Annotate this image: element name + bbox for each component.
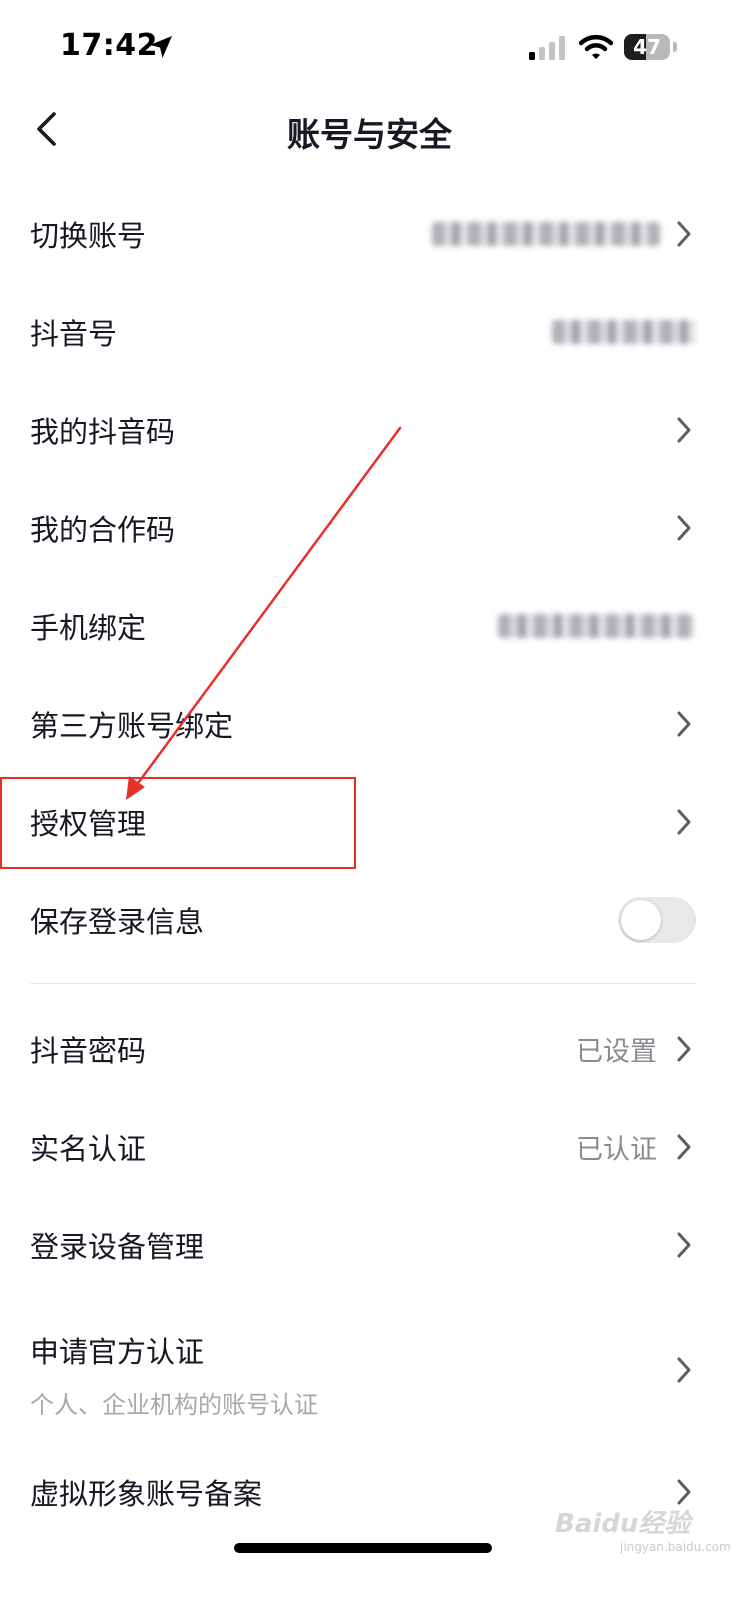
row-label: 我的合作码 [30, 513, 176, 547]
chevron-right-icon [677, 417, 691, 443]
wifi-icon [579, 34, 613, 59]
row-label: 切换账号 [30, 219, 147, 253]
chevron-right-icon [677, 1357, 691, 1383]
douyin-id-row[interactable]: 抖音号 [0, 283, 739, 381]
row-label: 登录设备管理 [30, 1230, 205, 1264]
row-label: 保存登录信息 [30, 905, 205, 939]
annotation-highlight-box [0, 777, 356, 869]
row-label: 抖音号 [30, 317, 118, 351]
row-label: 我的抖音码 [30, 415, 176, 449]
chevron-right-icon [677, 221, 691, 247]
third-party-binding-row[interactable]: 第三方账号绑定 [0, 675, 739, 773]
cellular-signal-icon [529, 36, 565, 60]
save-login-info-row: 保存登录信息 [0, 871, 739, 969]
login-device-management-row[interactable]: 登录设备管理 [0, 1196, 739, 1294]
chevron-right-icon [677, 1232, 691, 1258]
baidu-watermark-site: jingyan.baidu.com [620, 1540, 731, 1554]
verification-status-value: 已认证 [576, 1134, 657, 1166]
toggle-knob [621, 900, 661, 940]
real-name-verification-row[interactable]: 实名认证 已认证 [0, 1098, 739, 1196]
baidu-watermark: Baidu经验 [555, 1509, 691, 1539]
phone-binding-row[interactable]: 手机绑定 [0, 577, 739, 675]
row-label: 申请官方认证 [30, 1335, 205, 1369]
chevron-right-icon [677, 515, 691, 541]
row-label: 虚拟形象账号备案 [30, 1477, 263, 1511]
blurred-account-value [432, 222, 660, 246]
password-status-value: 已设置 [576, 1036, 657, 1068]
blurred-phone-value [498, 614, 694, 638]
section-divider [30, 983, 695, 984]
my-cooperation-code-row[interactable]: 我的合作码 [0, 479, 739, 577]
battery-icon: 47 [624, 34, 670, 60]
switch-account-row[interactable]: 切换账号 [0, 185, 739, 283]
chevron-right-icon [677, 809, 691, 835]
chevron-right-icon [677, 1134, 691, 1160]
status-time: 17:42 [60, 28, 158, 63]
location-arrow-icon [150, 36, 172, 58]
row-sublabel: 个人、企业机构的账号认证 [30, 1391, 318, 1419]
row-label: 抖音密码 [30, 1034, 147, 1068]
home-indicator [234, 1543, 492, 1553]
row-label: 手机绑定 [30, 611, 147, 645]
douyin-password-row[interactable]: 抖音密码 已设置 [0, 1000, 739, 1098]
my-douyin-code-row[interactable]: 我的抖音码 [0, 381, 739, 479]
page-title: 账号与安全 [287, 115, 452, 154]
chevron-right-icon [677, 1036, 691, 1062]
chevron-right-icon [677, 711, 691, 737]
official-verification-row[interactable]: 申请官方认证 个人、企业机构的账号认证 [0, 1303, 739, 1437]
chevron-right-icon [677, 1479, 691, 1505]
row-label: 实名认证 [30, 1132, 147, 1166]
battery-cap [673, 42, 677, 52]
status-bar: 17:42 47 [0, 0, 739, 96]
battery-level: 47 [633, 35, 661, 59]
blurred-douyin-id-value [552, 320, 696, 344]
row-label: 第三方账号绑定 [30, 709, 234, 743]
nav-bar: 账号与安全 [0, 96, 739, 162]
save-login-info-toggle[interactable] [618, 897, 696, 943]
